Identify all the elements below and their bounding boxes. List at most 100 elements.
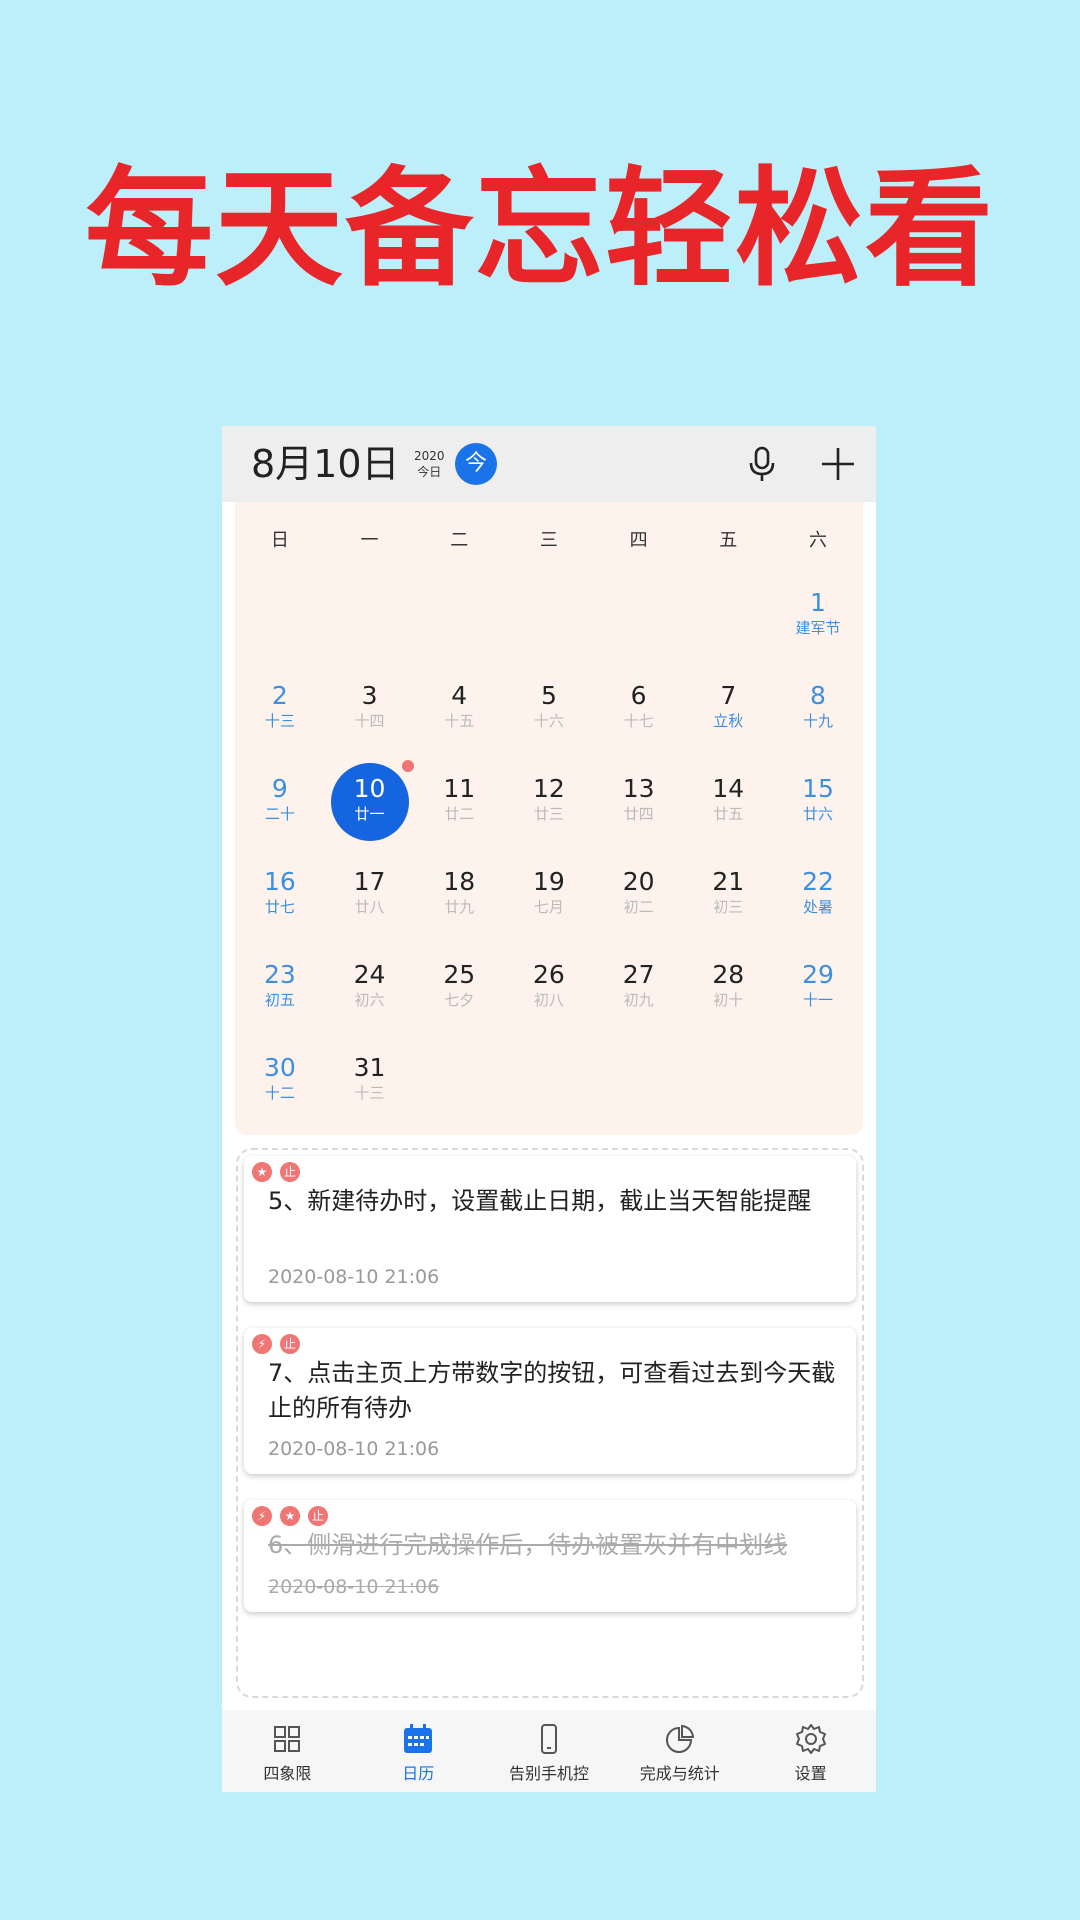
day-number: 5 [540,681,557,710]
lunar-date: 初八 [533,991,564,1009]
calendar-day-cell[interactable]: 6 十七 [594,677,684,770]
calendar-day-cell[interactable]: 20 初二 [594,863,684,956]
calendar-day-cell[interactable]: 5 十六 [504,677,594,770]
calendar-day-cell[interactable]: 31 十三 [325,1049,415,1142]
calendar-icon [404,1724,433,1753]
nav-item-grid[interactable]: 四象限 [222,1710,353,1792]
day-number: 28 [712,960,745,989]
calendar-day-cell[interactable]: 4 十五 [414,677,504,770]
weekday-label: 二 [450,530,469,551]
lunar-date: 廿五 [713,805,744,823]
task-card[interactable]: ★ 止 5、新建待办时，设置截止日期，截止当天智能提醒 2020-08-10 21:0… [244,1156,856,1302]
lightning-tag-icon: ⚡ [252,1334,272,1354]
calendar-day-cell[interactable]: 27 初九 [594,956,684,1049]
task-tags: ⚡ 止 [252,1334,300,1354]
calendar-day-cell[interactable]: 15 廿六 [773,770,863,863]
deadline-tag-icon: 止 [280,1334,300,1354]
lunar-date: 廿七 [264,898,295,916]
task-card[interactable]: ⚡ 止 7、点击主页上方带数字的按钮，可查看过去到今天截止的所有待办 2020-08-… [244,1328,856,1474]
day-number: 25 [443,960,476,989]
nav-label: 设置 [794,1764,827,1783]
day-number: 8 [810,681,826,710]
calendar-day-cell[interactable]: 7 立秋 [683,677,773,770]
day-number: 15 [802,774,834,803]
calendar-week-row: 16 廿七 17 廿八 18 廿九 19 七月 20 初二 21 初三 22 处暑 [235,863,863,956]
star-tag-icon: ★ [252,1162,272,1182]
calendar-day-cell[interactable]: 14 廿五 [683,770,773,863]
day-number: 21 [712,867,745,896]
calendar-day-cell[interactable]: 2 十三 [235,677,325,770]
calendar-day-cell[interactable]: 18 廿九 [414,863,504,956]
calendar-day-cell[interactable]: 22 处暑 [773,863,863,956]
calendar-day-cell[interactable]: 11 廿二 [414,770,504,863]
calendar-day-cell[interactable]: 25 七夕 [414,956,504,1049]
calendar-day-cell[interactable]: 16 廿七 [235,863,325,956]
day-number: 30 [263,1053,296,1082]
task-timestamp: 2020-08-10 21:06 [268,1438,440,1460]
calendar-day-cell[interactable]: 23 初五 [235,956,325,1049]
nav-label: 告别手机控 [508,1764,589,1783]
event-dot [401,760,414,772]
add-icon[interactable] [818,444,858,484]
day-number: 22 [802,867,834,896]
lunar-date: 初五 [264,991,295,1009]
calendar-empty-cell [504,1049,594,1142]
calendar-day-cell[interactable]: 29 十一 [773,956,863,1049]
gear-icon [795,1724,826,1754]
calendar-day-cell[interactable]: 17 廿八 [325,863,415,956]
day-number: 6 [630,681,647,710]
current-date-title[interactable]: 8月10日 [251,440,400,488]
day-number: 19 [533,867,565,896]
nav-item-gear[interactable]: 设置 [745,1710,876,1792]
calendar-day-cell[interactable]: 24 初六 [325,956,415,1049]
microphone-icon[interactable] [742,444,782,484]
calendar-day-cell[interactable]: 28 初十 [683,956,773,1049]
day-number: 1 [810,588,826,617]
weekday-label: 五 [719,530,738,551]
calendar-day-cell[interactable]: 9 二十 [235,770,325,863]
app-screen: 8月10日 2020 今日 今 日 一 二 三 四 五 六 1 建军节 2 十三 3 十四 4 十五 5 十六… [222,426,876,1792]
calendar-empty-cell [325,584,415,677]
calendar-day-cell[interactable]: 30 十二 [235,1049,325,1142]
day-number: 7 [720,681,737,710]
calendar-day-cell[interactable]: 12 廿三 [504,770,594,863]
calendar-week-row: 1 建军节 [235,584,863,677]
day-number: 29 [802,960,834,989]
calendar-day-cell[interactable]: 3 十四 [325,677,415,770]
calendar-day-cell[interactable]: 8 十九 [773,677,863,770]
day-number: 13 [622,774,655,803]
nav-item-phone[interactable]: 告别手机控 [484,1710,615,1792]
day-number: 24 [353,960,386,989]
lunar-date: 七月 [533,898,564,916]
weekday-label: 一 [360,530,379,551]
calendar-day-cell[interactable]: 1 建军节 [773,584,863,677]
calendar-day-cell[interactable]: 19 七月 [504,863,594,956]
month-calendar: 日 一 二 三 四 五 六 1 建军节 2 十三 3 十四 4 十五 5 十六 6 十七 7 立秋 8 十九 9 二十 10 廿一… [235,502,863,1135]
lunar-date: 十二 [264,1084,295,1102]
day-number: 4 [451,681,468,710]
calendar-day-cell[interactable]: 10 廿一 [325,760,415,863]
lunar-date: 十一 [802,991,833,1009]
calendar-day-cell[interactable]: 26 初八 [504,956,594,1049]
nav-item-pie-chart[interactable]: 完成与统计 [614,1710,745,1792]
lunar-date: 廿二 [444,805,475,823]
calendar-empty-cell [683,1049,773,1142]
calendar-day-cell[interactable]: 21 初三 [683,863,773,956]
weekday-label: 日 [270,530,289,551]
lunar-date: 廿六 [802,805,833,823]
calendar-grid: 1 建军节 2 十三 3 十四 4 十五 5 十六 6 十七 7 立秋 8 十九 9 二十 10 廿一 11 廿二 12 廿三… [235,584,863,1142]
calendar-week-row: 23 初五 24 初六 25 七夕 26 初八 27 初九 28 初十 29 十一 [235,956,863,1049]
phone-icon [540,1724,557,1754]
lunar-date: 初二 [623,898,654,916]
calendar-empty-cell [683,584,773,677]
nav-item-calendar[interactable]: 日历 [353,1710,484,1792]
task-title: 5、新建待办时，设置截止日期，截止当天智能提醒 [268,1187,812,1215]
lunar-date: 建军节 [795,619,841,637]
weekday-label: 三 [539,530,558,551]
lunar-date: 十五 [444,712,475,730]
calendar-empty-cell [504,584,594,677]
task-card[interactable]: ⚡ ★ 止 6、侧滑进行完成操作后，待办被置灰并有中划线 2020-08-10 21:0… [244,1500,856,1612]
today-button[interactable]: 今 [455,443,497,485]
calendar-day-cell[interactable]: 13 廿四 [594,770,684,863]
lunar-date: 初六 [354,991,385,1009]
